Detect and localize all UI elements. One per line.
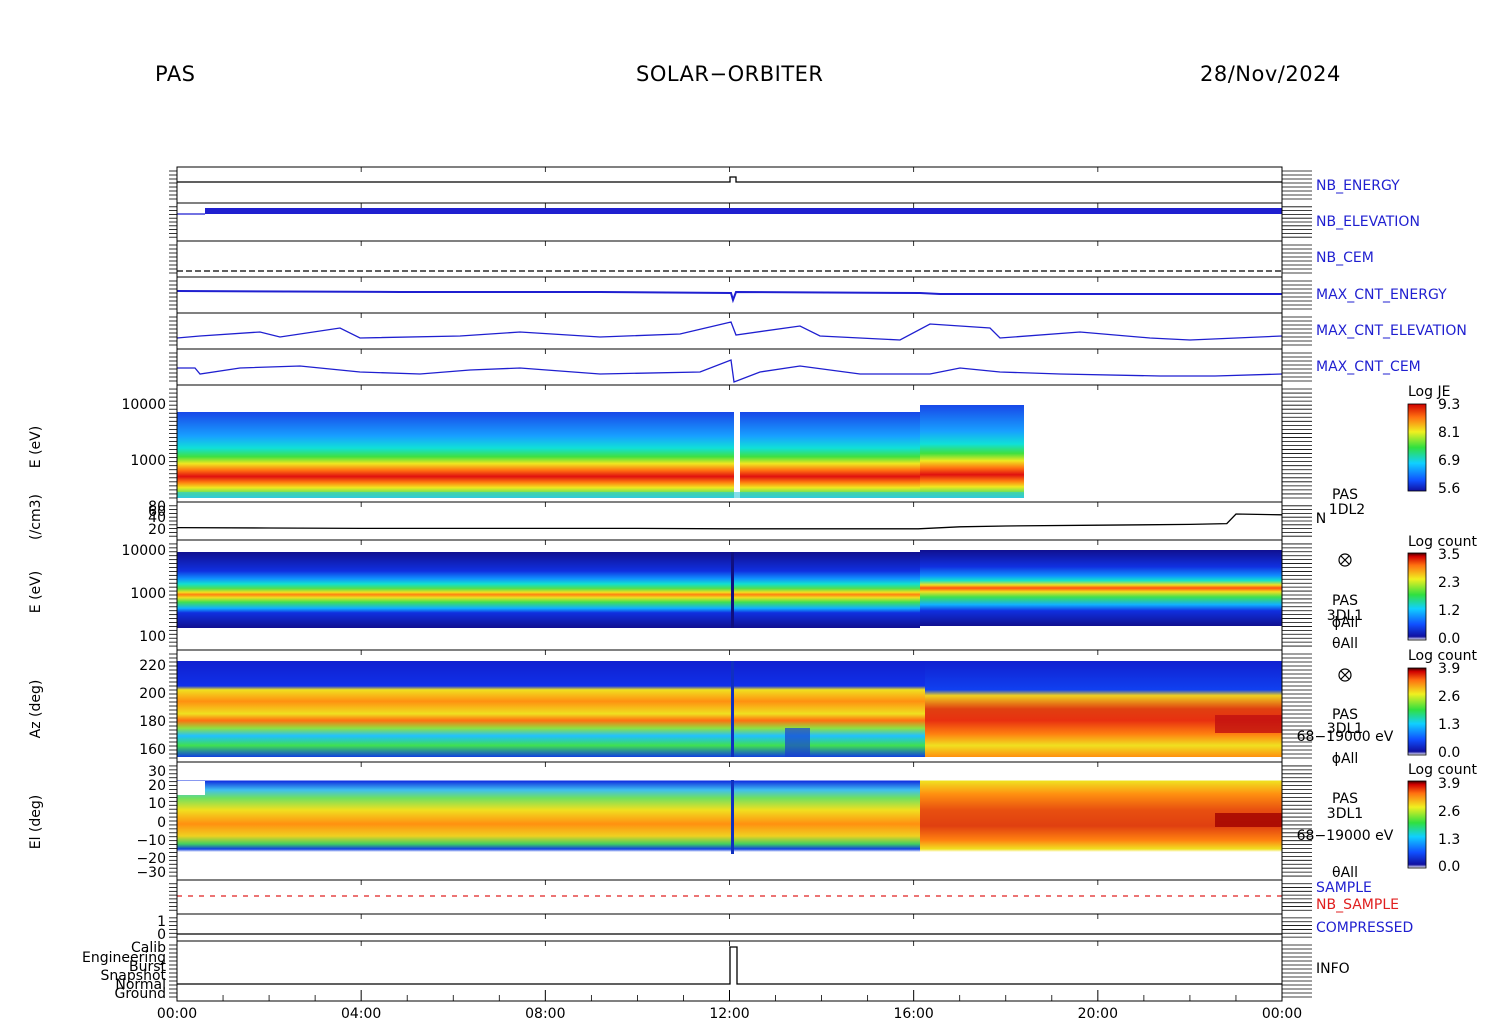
ytick-cnt-10000: 10000 xyxy=(121,543,166,559)
cbar-ecnt-tick-2: 1.2 xyxy=(1438,603,1460,619)
cbar-az-tick-2: 1.3 xyxy=(1438,717,1460,733)
ytick-el-0: 0 xyxy=(157,815,166,831)
az-label-energy: 68−19000 eV xyxy=(1297,729,1394,745)
energy-count-spectrogram xyxy=(177,550,1282,628)
cbar-je-tick-2: 6.9 xyxy=(1438,453,1460,469)
ecnt-label-thetaall: θAll xyxy=(1332,636,1358,652)
xtick-label-3: 12:00 xyxy=(709,1006,749,1020)
ytick-az-180: 180 xyxy=(139,714,166,730)
cbar-az-tick-3: 0.0 xyxy=(1438,745,1460,761)
label-sample: SAMPLE xyxy=(1316,880,1372,896)
xtick-label-6: 00:00 xyxy=(1262,1006,1302,1020)
cbar-ecnt-tick-3: 0.0 xyxy=(1438,631,1460,647)
label-nb-cem: NB_CEM xyxy=(1316,250,1374,266)
ytick-az-220: 220 xyxy=(139,658,166,674)
cbar-el-tick-1: 2.6 xyxy=(1438,804,1460,820)
cbar-az-tick-1: 2.6 xyxy=(1438,689,1460,705)
density-label-n: N xyxy=(1316,511,1326,527)
cbar-ecnt-tick-0: 3.5 xyxy=(1438,547,1460,563)
ytick-je-1000: 1000 xyxy=(130,453,166,469)
ytick-n-20: 20 xyxy=(148,522,166,538)
sun-direction-icon-az xyxy=(1338,668,1352,682)
colorbar-azimuth xyxy=(1407,667,1427,756)
panel-frame-11 xyxy=(176,879,1283,915)
el-label-thetaall: θAll xyxy=(1332,865,1358,881)
ytick-je-10000: 10000 xyxy=(121,397,166,413)
ylabel-je-energy: E (eV) xyxy=(28,426,44,468)
xtick-label-4: 16:00 xyxy=(893,1006,933,1020)
colorbar-energy-count xyxy=(1407,552,1427,641)
ylabel-azimuth: Az (deg) xyxy=(28,680,44,739)
ytick-az-200: 200 xyxy=(139,686,166,702)
sun-direction-icon xyxy=(1338,553,1352,567)
cbar-el-tick-2: 1.3 xyxy=(1438,832,1460,848)
density-series xyxy=(176,513,1283,530)
ylabel-elevation: El (deg) xyxy=(28,795,44,850)
ytick-cnt-1000: 1000 xyxy=(130,586,166,602)
density-label-pas: PAS xyxy=(1332,487,1358,503)
colorbar-je xyxy=(1407,403,1427,492)
xtick-label-2: 08:00 xyxy=(525,1006,565,1020)
label-nb-energy: NB_ENERGY xyxy=(1316,178,1400,194)
elevation-spectrogram xyxy=(177,766,1282,866)
label-nb-elevation: NB_ELEVATION xyxy=(1316,214,1420,230)
az-label-phiall: ϕAll xyxy=(1332,751,1359,767)
panel-frame-0 xyxy=(176,166,1283,204)
cbar-je-tick-0: 9.3 xyxy=(1438,397,1460,413)
panel-frame-4 xyxy=(176,312,1283,350)
ytick-compressed-1: 1 xyxy=(157,914,166,930)
cbar-el-tick-3: 0.0 xyxy=(1438,859,1460,875)
el-label-energy: 68−19000 eV xyxy=(1297,828,1394,844)
label-info: INFO xyxy=(1316,961,1350,977)
ecnt-label-phiall: ϕAll xyxy=(1332,615,1359,631)
label-max-cnt-elevation: MAX_CNT_ELEVATION xyxy=(1316,323,1467,339)
je-spectrogram xyxy=(177,400,1024,498)
el-label-pas: PAS xyxy=(1332,791,1358,807)
cbar-je-tick-1: 8.1 xyxy=(1438,425,1460,441)
ytick-el-m10: −10 xyxy=(136,833,166,849)
panel-frame-7 xyxy=(176,501,1283,541)
ylabel-density: (/cm3) xyxy=(28,494,44,540)
pas-summary-plot: 00:00 04:00 08:00 12:00 16:00 20:00 00:00 NB_E… xyxy=(28,166,1477,1020)
el-label-3dl1: 3DL1 xyxy=(1327,806,1363,822)
ytick-info-ground: Ground xyxy=(115,986,167,1002)
label-max-cnt-cem: MAX_CNT_CEM xyxy=(1316,359,1421,375)
density-label-1dl2: 1DL2 xyxy=(1329,502,1365,518)
panel-frame-5 xyxy=(176,348,1283,386)
ytick-el-10: 10 xyxy=(148,796,166,812)
cbar-el-tick-0: 3.9 xyxy=(1438,776,1460,792)
xtick-label-5: 20:00 xyxy=(1078,1006,1118,1020)
cbar-je-tick-3: 5.6 xyxy=(1438,481,1460,497)
xtick-label-1: 04:00 xyxy=(341,1006,381,1020)
label-nb-sample: NB_SAMPLE xyxy=(1316,897,1399,913)
xtick-label-0: 00:00 xyxy=(157,1006,197,1020)
ytick-el-20: 20 xyxy=(148,778,166,794)
label-max-cnt-energy: MAX_CNT_ENERGY xyxy=(1316,287,1447,303)
ytick-az-160: 160 xyxy=(139,742,166,758)
ylabel-count-energy: E (eV) xyxy=(28,571,44,613)
label-compressed: COMPRESSED xyxy=(1316,920,1413,936)
cbar-ecnt-tick-1: 2.3 xyxy=(1438,575,1460,591)
ytick-el-m30: −30 xyxy=(136,865,166,881)
colorbar-elevation xyxy=(1407,780,1427,869)
cbar-az-tick-0: 3.9 xyxy=(1438,661,1460,677)
ytick-cnt-100: 100 xyxy=(139,629,166,645)
azimuth-spectrogram xyxy=(177,661,1282,757)
density-line xyxy=(176,513,1283,530)
ecnt-label-pas: PAS xyxy=(1332,593,1358,609)
